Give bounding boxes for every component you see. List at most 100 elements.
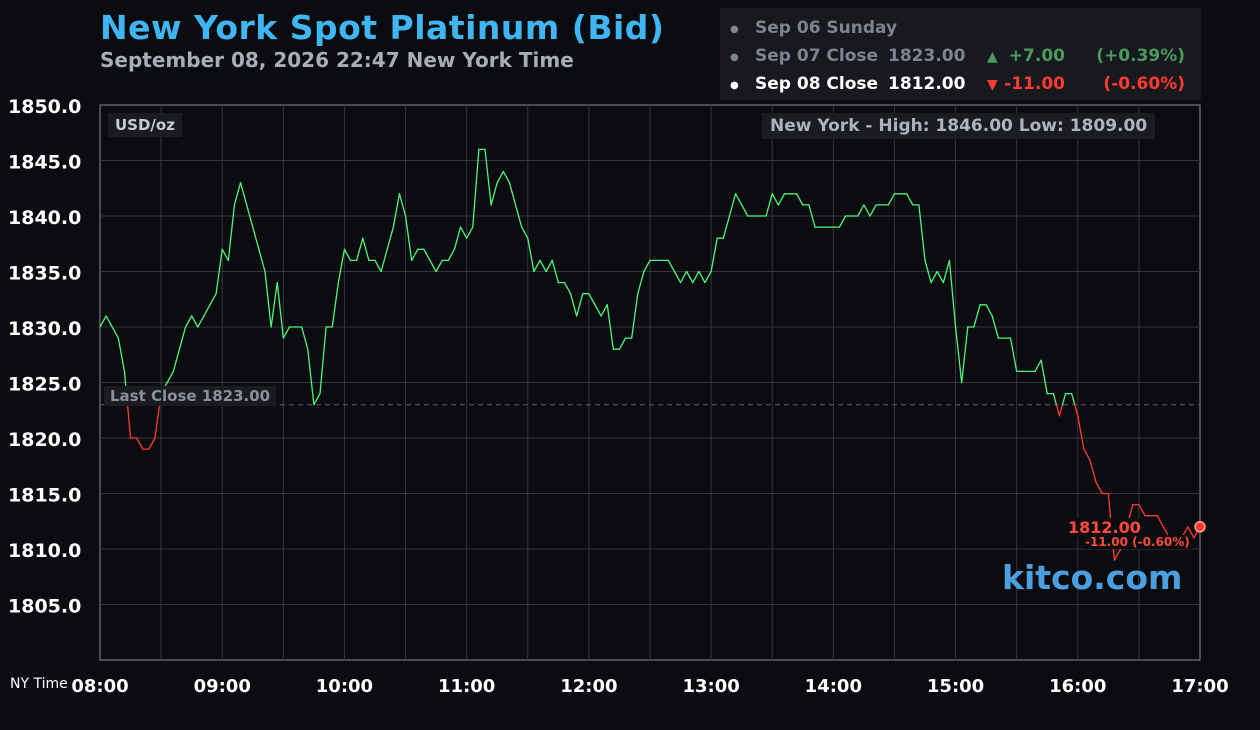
price-segment	[1077, 415, 1085, 450]
price-segment	[239, 182, 248, 206]
price-segment	[1138, 503, 1146, 517]
price-segment	[588, 293, 596, 306]
price-segment	[1055, 404, 1061, 417]
price-segment	[618, 337, 627, 350]
x-tick-label: 12:00	[560, 676, 617, 697]
price-segment	[270, 281, 278, 328]
price-segment	[459, 226, 468, 239]
price-segment	[1071, 392, 1076, 406]
price-segment	[356, 237, 364, 262]
price-segment	[954, 326, 963, 384]
price-segment	[777, 193, 786, 206]
price-segment	[765, 193, 773, 217]
price-segment	[838, 215, 847, 228]
price-segment	[191, 315, 199, 328]
price-segment	[264, 270, 272, 328]
price-segment	[710, 237, 718, 273]
y-tick-label: 1840.0	[8, 207, 81, 229]
price-segment	[1083, 448, 1091, 461]
price-segment	[521, 226, 529, 239]
price-segment	[631, 293, 639, 339]
y-tick-label: 1820.0	[8, 429, 81, 451]
x-tick-label: 11:00	[438, 676, 495, 697]
price-segment	[386, 226, 394, 250]
price-segment	[936, 270, 944, 284]
price-segment	[679, 270, 688, 284]
price-segment	[569, 293, 578, 317]
price-segment	[863, 204, 871, 217]
price-segment	[423, 248, 431, 262]
y-tick-label: 1815.0	[8, 485, 81, 507]
price-segment	[869, 204, 877, 217]
price-segment	[136, 437, 144, 450]
price-segment	[221, 248, 229, 262]
price-segment	[686, 270, 694, 284]
price-segment	[172, 348, 181, 373]
price-segment	[985, 304, 993, 317]
price-segment	[126, 404, 132, 439]
x-axis-ticks: 08:00 09:00 10:00 11:00 12:00 13:00 14:00 15:00…	[71, 676, 1228, 697]
price-segment	[973, 304, 981, 328]
unit-label: USD/oz	[108, 113, 182, 137]
x-tick-label: 08:00	[71, 676, 128, 697]
price-segment	[918, 204, 926, 262]
price-segment	[184, 315, 193, 328]
price-segment	[857, 204, 865, 217]
price-segment	[1052, 392, 1058, 406]
price-segment	[722, 215, 731, 239]
price-segment	[490, 182, 498, 206]
price-segment	[337, 248, 346, 284]
price-segment	[117, 337, 126, 373]
price-segment	[948, 259, 957, 328]
price-segment	[343, 248, 352, 262]
x-tick-label: 09:00	[194, 676, 251, 697]
price-segment	[380, 248, 388, 273]
price-segment	[233, 182, 242, 206]
x-tick-label: 16:00	[1049, 676, 1106, 697]
price-segment	[148, 437, 156, 450]
y-tick-label: 1810.0	[8, 540, 81, 562]
price-segment	[563, 281, 572, 295]
price-segment	[600, 304, 608, 317]
price-segment	[741, 204, 749, 217]
y-tick-label: 1830.0	[8, 318, 81, 340]
price-chart[interactable]: 1850.0 1845.0 1840.0 1835.0 1830.0 1825.0 1820…	[0, 0, 1260, 730]
price-segment	[539, 259, 547, 273]
y-tick-label: 1825.0	[8, 374, 81, 396]
price-segment	[429, 259, 437, 273]
price-segment	[1089, 459, 1097, 484]
price-segment	[209, 293, 217, 306]
price-segment	[1156, 515, 1164, 528]
price-segment	[197, 315, 205, 328]
price-segment	[930, 270, 938, 284]
price-segment	[166, 370, 174, 384]
last-price-marker	[1194, 521, 1206, 533]
price-segment	[252, 226, 260, 250]
y-axis-ticks: 1850.0 1845.0 1840.0 1835.0 1830.0 1825.0 1820…	[8, 96, 81, 618]
price-segment	[307, 348, 315, 406]
x-tick-label: 10:00	[316, 676, 373, 697]
price-segment	[178, 326, 187, 350]
price-segment	[594, 304, 602, 317]
price-segment	[1009, 337, 1018, 373]
price-segment	[447, 248, 456, 262]
price-segment	[1058, 404, 1064, 417]
price-segment	[1061, 392, 1067, 406]
price-segment	[637, 270, 645, 295]
price-segment	[313, 392, 321, 406]
price-segment	[331, 281, 339, 328]
price-segment	[502, 170, 511, 184]
price-segment	[404, 215, 413, 262]
price-segment	[508, 182, 517, 206]
price-segment	[906, 193, 914, 206]
price-segment	[435, 259, 443, 273]
y-tick-label: 1805.0	[8, 596, 81, 618]
price-segment	[154, 404, 161, 439]
price-segment	[362, 237, 370, 262]
price-segment	[472, 148, 480, 228]
y-tick-label: 1845.0	[8, 152, 81, 174]
price-segment	[282, 326, 291, 339]
x-tick-label: 13:00	[682, 676, 739, 697]
x-tick-label: 14:00	[805, 676, 862, 697]
price-segment	[734, 193, 743, 206]
